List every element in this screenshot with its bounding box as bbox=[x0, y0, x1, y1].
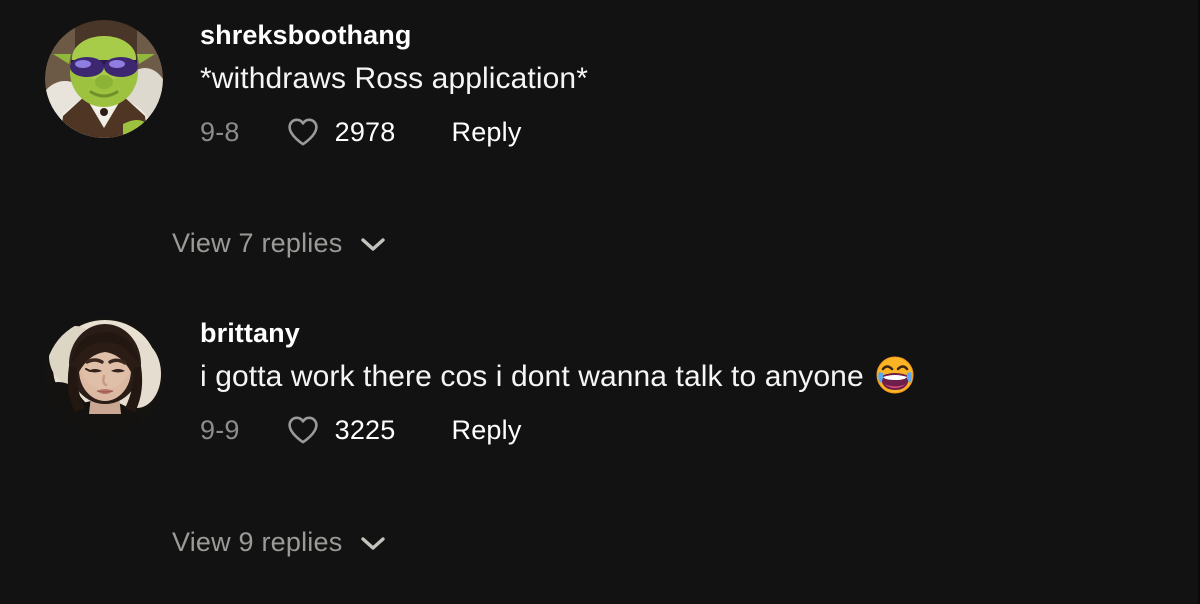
brittany-avatar-image bbox=[45, 318, 163, 436]
reply-button[interactable]: Reply bbox=[452, 117, 522, 148]
comment-text-body: i gotta work there cos i dont wanna talk… bbox=[200, 360, 864, 393]
comment-text: *withdraws Ross application* bbox=[200, 58, 1190, 100]
view-replies-label: View 7 replies bbox=[172, 228, 343, 258]
comment-username[interactable]: shreksboothang bbox=[200, 18, 1190, 52]
like-button[interactable]: 2978 bbox=[287, 117, 396, 148]
like-button[interactable]: 3225 bbox=[287, 415, 396, 446]
comment-item: shreksboothang *withdraws Ross applicati… bbox=[0, 0, 1198, 300]
comment-date: 9-9 bbox=[200, 414, 240, 445]
view-replies-button[interactable]: View 7 replies bbox=[172, 228, 386, 259]
like-count: 3225 bbox=[334, 414, 396, 445]
avatar[interactable] bbox=[45, 20, 163, 138]
comment-username[interactable]: brittany bbox=[200, 316, 1190, 350]
chevron-down-icon[interactable] bbox=[360, 236, 386, 252]
chevron-down-icon[interactable] bbox=[360, 535, 386, 551]
comment-text: i gotta work there cos i dont wanna talk… bbox=[200, 356, 1190, 398]
view-replies-label: View 9 replies bbox=[172, 527, 343, 557]
reply-button[interactable]: Reply bbox=[452, 415, 522, 446]
like-count: 2978 bbox=[334, 116, 396, 147]
comments-panel: shreksboothang *withdraws Ross applicati… bbox=[0, 0, 1200, 604]
comment-text-body: *withdraws Ross application* bbox=[200, 62, 588, 95]
view-replies-button[interactable]: View 9 replies bbox=[172, 527, 386, 558]
comment-meta-row: 9-9 3225 Reply bbox=[200, 410, 1190, 450]
face-with-tears-of-joy-icon bbox=[876, 356, 914, 394]
heart-outline-icon[interactable] bbox=[287, 117, 319, 147]
comment-date: 9-8 bbox=[200, 116, 240, 147]
comment-meta-row: 9-8 2978 Reply bbox=[200, 112, 1190, 152]
shrek-avatar-image bbox=[45, 20, 163, 138]
comment-item: brittany i gotta work there cos i dont w… bbox=[0, 300, 1198, 604]
heart-outline-icon[interactable] bbox=[287, 415, 319, 445]
avatar[interactable] bbox=[45, 318, 163, 436]
